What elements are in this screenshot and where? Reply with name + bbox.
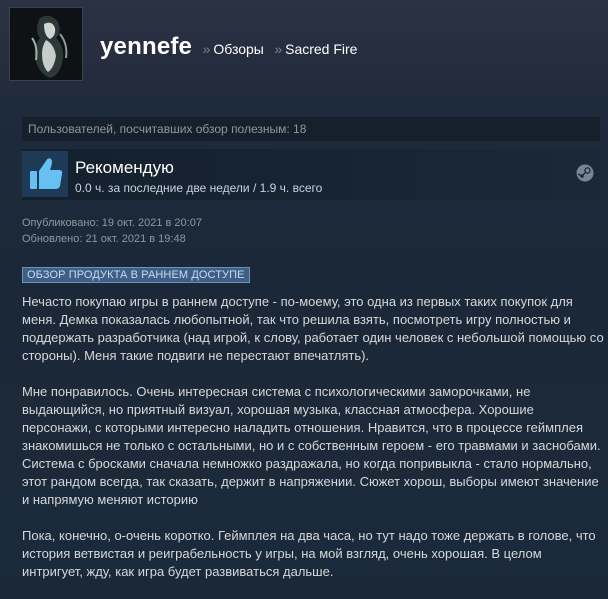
helpful-count: Пользователей, посчитавших обзор полезны… bbox=[22, 117, 600, 141]
profile-header: yennefe » Обзоры » Sacred Fire bbox=[0, 0, 608, 97]
thumbs-up-icon bbox=[22, 151, 68, 197]
review-paragraph: Пока, конечно, о-очень коротко. Геймплея… bbox=[22, 528, 596, 579]
updated-date: Обновлено: 21 окт. 2021 в 19:48 bbox=[22, 233, 186, 245]
breadcrumb-reviews-link[interactable]: Обзоры bbox=[213, 41, 264, 57]
review-paragraph: Нечасто покупаю игры в раннем доступе - … bbox=[22, 294, 604, 363]
review-dates: Опубликовано: 19 окт. 2021 в 20:07 Обнов… bbox=[22, 215, 202, 247]
avatar-image bbox=[10, 8, 82, 80]
profile-username[interactable]: yennefe bbox=[100, 33, 192, 60]
playtime-hours: 0.0 ч. за последние две недели / 1.9 ч. … bbox=[75, 181, 323, 195]
recommendation-title: Рекомендую bbox=[75, 158, 174, 177]
avatar[interactable] bbox=[9, 7, 83, 81]
recommendation-box: Рекомендую 0.0 ч. за последние две недел… bbox=[22, 149, 600, 200]
review-paragraph: Мне понравилось. Очень интересная систем… bbox=[22, 384, 601, 507]
published-date: Опубликовано: 19 окт. 2021 в 20:07 bbox=[22, 217, 202, 229]
breadcrumb-separator: » bbox=[202, 41, 211, 57]
breadcrumb-separator: » bbox=[274, 41, 283, 57]
breadcrumb: yennefe » Обзоры » Sacred Fire bbox=[100, 33, 357, 61]
steam-icon bbox=[576, 164, 594, 187]
breadcrumb-game-link[interactable]: Sacred Fire bbox=[285, 41, 357, 57]
review-text: Нечасто покупаю игры в раннем доступе - … bbox=[22, 293, 604, 599]
early-access-badge: ОБЗОР ПРОДУКТА В РАННЕМ ДОСТУПЕ bbox=[22, 267, 250, 283]
